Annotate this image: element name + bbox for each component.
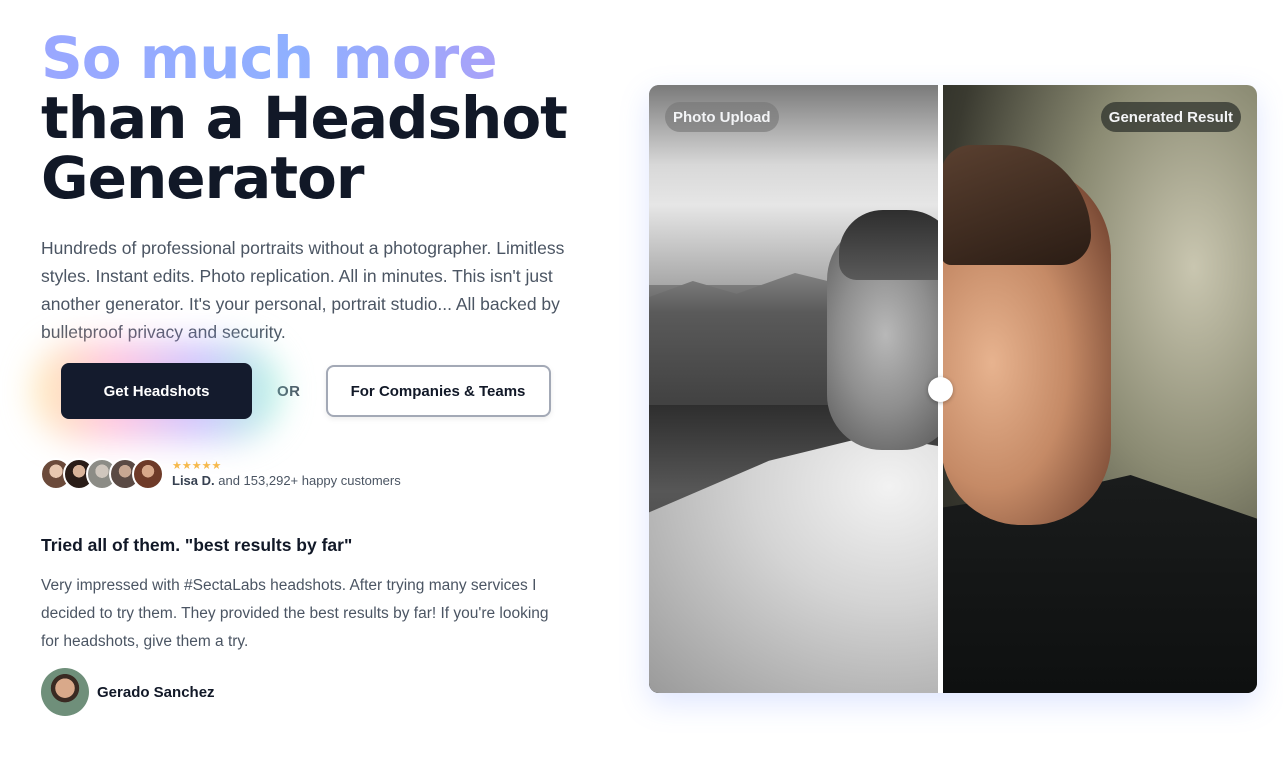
testimonial-title: Tried all of them. "best results by far" (41, 535, 353, 555)
photo-upload-image (649, 85, 959, 693)
generated-result-tag: Generated Result (1100, 102, 1241, 132)
headline-gradient-text: So much more (41, 28, 601, 88)
photo-upload-tag: Photo Upload (665, 102, 779, 132)
customers-count: Lisa D. and 153,292+ happy customers (172, 473, 401, 489)
comparison-slider-handle[interactable] (928, 377, 953, 402)
social-proof-text: ★★★★★ Lisa D. and 153,292+ happy custome… (172, 460, 401, 489)
hero-headline: So much more than a Headshot Generator (41, 28, 601, 208)
hero-section: So much more than a Headshot Generator H… (41, 28, 601, 346)
testimonial-body: Very impressed with #SectaLabs headshots… (41, 577, 549, 650)
cta-row: Get Headshots OR For Companies & Teams (33, 341, 551, 441)
rating-stars-icon: ★★★★★ (172, 459, 222, 472)
customers-suffix: and 153,292+ happy customers (218, 472, 401, 488)
testimonial-author: Gerado Sanchez (41, 668, 215, 716)
hero-lead-text: Hundreds of professional portraits witho… (41, 238, 565, 342)
headline-line-3: Generator (41, 144, 365, 212)
companies-teams-button[interactable]: For Companies & Teams (325, 365, 551, 417)
author-avatar (41, 668, 89, 716)
author-name: Gerado Sanchez (97, 683, 215, 701)
social-proof: ★★★★★ Lisa D. and 153,292+ happy custome… (40, 458, 401, 490)
avatar (132, 458, 164, 490)
customer-avatars (40, 458, 164, 490)
get-headshots-button[interactable]: Get Headshots (61, 363, 252, 419)
customer-name: Lisa D. (172, 472, 215, 488)
before-after-comparison[interactable]: Photo Upload Generated Result (649, 85, 1257, 693)
headline-line-2: than a Headshot (41, 84, 568, 152)
